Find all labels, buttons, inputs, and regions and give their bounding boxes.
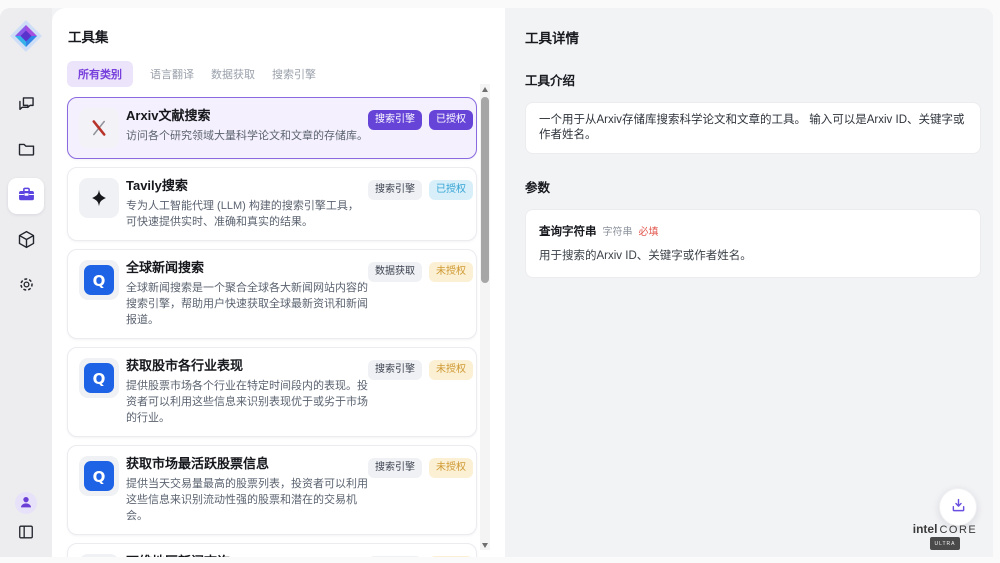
tab-translation[interactable]: 语言翻译 [150, 61, 194, 87]
sparkle-star-icon [79, 178, 119, 218]
intel-core-logo: intel core ULTRA [907, 524, 983, 550]
parameter-description: 用于搜索的Arxiv ID、关键字或作者姓名。 [539, 247, 967, 263]
params-heading: 参数 [525, 177, 981, 196]
app-window: 工具集 所有类别 语言翻译 数据获取 搜索引擎 Arxiv文献搜索 [0, 8, 993, 557]
parameter-name: 查询字符串 [539, 223, 597, 239]
tool-card-regional-news[interactable]: 万维地区新闻查询 查询具体行政区划内的新闻，快速了解各地新闻动 搜索引擎 未授权 [67, 543, 477, 557]
auth-status-badge: 未授权 [429, 262, 473, 282]
tool-card-description: 提供当天交易量最高的股票列表，投资者可以利用这些信息来识别流动性强的股票和潜在的… [126, 476, 368, 524]
ultra-brand-badge: ULTRA [930, 537, 959, 550]
user-avatar-button[interactable] [15, 492, 37, 514]
download-icon [949, 496, 968, 518]
tool-card-title: 全球新闻搜索 [126, 260, 368, 276]
nav-chat-button[interactable] [8, 88, 44, 124]
auth-status-badge: 未授权 [429, 360, 473, 380]
chat-bubbles-icon [16, 94, 37, 118]
toolbox-icon [16, 184, 37, 208]
tool-intro-text: 一个用于从Arxiv存储库搜索科学论文和文章的工具。 输入可以是Arxiv ID… [525, 102, 981, 154]
panel-layout-icon [16, 522, 36, 545]
cube-icon [16, 229, 37, 253]
parameter-type: 字符串 [603, 223, 633, 238]
nav-settings-button[interactable] [8, 268, 44, 304]
tool-card-title: 获取市场最活跃股票信息 [126, 456, 368, 472]
tool-card-list: Arxiv文献搜索 访问各个研究领域大量科学论文和文章的存储库。 搜索引擎 已授… [67, 97, 477, 557]
nav-toolbox-button[interactable] [8, 178, 44, 214]
tool-card-title: 万维地区新闻查询 [126, 554, 368, 557]
sidebar-nav [8, 88, 44, 304]
tool-card-title: Tavily搜索 [126, 178, 368, 194]
tab-data-fetch[interactable]: 数据获取 [211, 61, 255, 87]
toggle-panel-button[interactable] [14, 521, 38, 545]
tool-card-title: Arxiv文献搜索 [126, 108, 368, 124]
nav-models-button[interactable] [8, 223, 44, 259]
intro-heading: 工具介绍 [525, 70, 981, 89]
auth-status-badge: 已授权 [429, 180, 473, 200]
tab-all-categories[interactable]: 所有类别 [67, 61, 133, 87]
left-sidebar [0, 8, 52, 557]
scrollbar-thumb[interactable] [481, 97, 489, 283]
tool-card-description: 专为人工智能代理 (LLM) 构建的搜索引擎工具，可快速提供实时、准确和真实的结… [126, 198, 368, 230]
parameter-required-label: 必填 [639, 223, 659, 238]
download-button[interactable] [939, 488, 977, 526]
auth-status-badge: 未授权 [429, 556, 473, 557]
tool-card-global-news[interactable]: Q 全球新闻搜索 全球新闻搜索是一个聚合全球各大新闻网站内容的搜索引擎，帮助用户… [67, 249, 477, 339]
scroll-up-arrow-icon[interactable] [480, 84, 490, 94]
tool-card-title: 获取股市各行业表现 [126, 358, 368, 374]
desktop-background: 工具集 所有类别 语言翻译 数据获取 搜索引擎 Arxiv文献搜索 [0, 0, 1000, 563]
arxiv-x-logo-icon [79, 108, 119, 148]
user-avatar-icon [18, 494, 34, 513]
tool-card-description: 全球新闻搜索是一个聚合全球各大新闻网站内容的搜索引擎，帮助用户快速获取全球最新资… [126, 280, 368, 328]
tool-details-panel: 工具详情 工具介绍 一个用于从Arxiv存储库搜索科学论文和文章的工具。 输入可… [505, 8, 993, 557]
tools-panel: 工具集 所有类别 语言翻译 数据获取 搜索引擎 Arxiv文献搜索 [52, 8, 505, 557]
page-title: 工具集 [68, 26, 505, 46]
intel-brand-text: intel [913, 524, 938, 534]
tool-card-most-active-stocks[interactable]: Q 获取市场最活跃股票信息 提供当天交易量最高的股票列表，投资者可以利用这些信息… [67, 445, 477, 535]
newspaper-icon [79, 554, 119, 557]
tool-card-description: 提供股票市场各个行业在特定时间段内的表现。投资者可以利用这些信息来识别表现优于或… [126, 378, 368, 426]
parameter-card: 查询字符串 字符串 必填 用于搜索的Arxiv ID、关键字或作者姓名。 [525, 209, 981, 278]
tool-card-tavily[interactable]: Tavily搜索 专为人工智能代理 (LLM) 构建的搜索引擎工具，可快速提供实… [67, 167, 477, 241]
category-badge: 搜索引擎 [368, 360, 422, 380]
tool-card-sector-performance[interactable]: Q 获取股市各行业表现 提供股票市场各个行业在特定时间段内的表现。投资者可以利用… [67, 347, 477, 437]
blue-q-logo-icon: Q [79, 260, 119, 300]
tool-card-arxiv[interactable]: Arxiv文献搜索 访问各个研究领域大量科学论文和文章的存储库。 搜索引擎 已授… [67, 97, 477, 159]
category-badge: 数据获取 [368, 262, 422, 282]
details-title: 工具详情 [525, 27, 981, 47]
blue-q-logo-icon: Q [79, 358, 119, 398]
auth-status-badge: 已授权 [429, 110, 473, 130]
auth-status-badge: 未授权 [429, 458, 473, 478]
gear-icon [16, 274, 37, 298]
app-logo-icon [8, 18, 44, 54]
category-badge: 搜索引擎 [368, 458, 422, 478]
folder-icon [16, 139, 37, 163]
category-badge: 搜索引擎 [368, 180, 422, 200]
scroll-down-arrow-icon[interactable] [480, 540, 490, 550]
svg-text:Q: Q [93, 468, 106, 486]
tab-search-engine[interactable]: 搜索引擎 [272, 61, 316, 87]
tool-card-description: 访问各个研究领域大量科学论文和文章的存储库。 [126, 128, 368, 144]
svg-text:Q: Q [93, 370, 106, 388]
core-brand-text: core [939, 525, 977, 535]
sidebar-bottom [0, 492, 52, 545]
svg-text:Q: Q [93, 272, 106, 290]
blue-q-logo-icon: Q [79, 456, 119, 496]
category-badge: 搜索引擎 [368, 556, 422, 557]
nav-files-button[interactable] [8, 133, 44, 169]
category-tabs: 所有类别 语言翻译 数据获取 搜索引擎 [67, 61, 505, 87]
category-badge: 搜索引擎 [368, 110, 422, 130]
list-scrollbar[interactable] [480, 84, 490, 550]
